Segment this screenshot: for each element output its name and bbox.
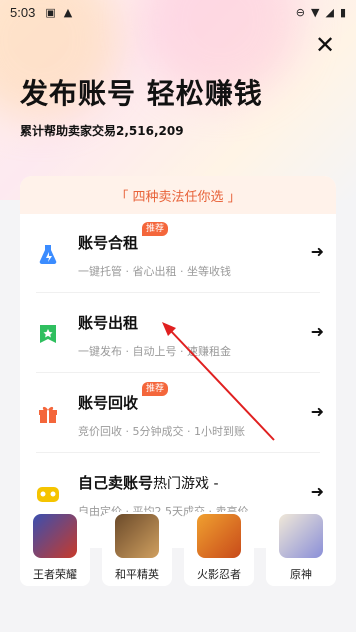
arrow-right-icon: ➜ (310, 322, 324, 341)
notification-icon: ▣ (45, 5, 56, 19)
option-desc: 竞价回收 · 5分钟成交 · 1小时到账 (78, 425, 245, 438)
flask-icon (36, 242, 60, 266)
option-account-shared-rent[interactable]: 账号合租 推荐 一键托管 · 省心出租 · 坐等收钱 ➜ (20, 214, 336, 292)
recommend-badge: 推荐 (142, 222, 169, 236)
option-name: 账号合租 (78, 234, 139, 252)
option-account-rent[interactable]: 账号出租 一键发布 · 自动上号 · 速赚租金 ➜ (20, 294, 336, 372)
game-item[interactable]: 和平精英 (102, 512, 172, 586)
gift-box-icon (36, 402, 60, 426)
game-item[interactable]: 王者荣耀 (20, 512, 90, 586)
dnd-icon: ⊖ (295, 5, 305, 19)
gamepad-icon (36, 482, 60, 506)
sell-options-card: 「 四种卖法任你选 」 账号合租 推荐 一键托管 · 省心出租 · 坐等收钱 ➜… (20, 176, 336, 548)
game-thumbnail (33, 514, 77, 558)
arrow-right-icon: ➜ (310, 402, 324, 421)
hot-games-label: 热门游戏 - (153, 476, 219, 492)
divider (36, 452, 320, 453)
status-time: 5:03 (10, 4, 36, 20)
divider (36, 372, 320, 373)
option-name: 账号出租 (78, 314, 139, 332)
battery-icon: ▮ (339, 5, 346, 19)
hot-games-row: 王者荣耀 和平精英 火影忍者 原神 (20, 512, 336, 586)
game-name: 火影忍者 (197, 568, 241, 581)
option-desc: 一键发布 · 自动上号 · 速赚租金 (78, 345, 231, 358)
page-subtitle: 累计帮助卖家交易2,516,209 (20, 124, 184, 138)
option-account-recycle[interactable]: 账号回收 推荐 竞价回收 · 5分钟成交 · 1小时到账 ➜ (20, 374, 336, 452)
signal-icon: ◢ (325, 5, 334, 19)
arrow-right-icon: ➜ (310, 482, 324, 501)
recommend-badge: 推荐 (142, 382, 169, 396)
card-banner: 「 四种卖法任你选 」 (20, 176, 336, 214)
divider (36, 292, 320, 293)
option-name: 账号回收 (78, 394, 139, 412)
close-button[interactable]: ✕ (314, 33, 336, 57)
game-thumbnail (115, 514, 159, 558)
option-desc: 一键托管 · 省心出租 · 坐等收钱 (78, 265, 231, 278)
star-badge-icon (36, 322, 60, 346)
game-name: 原神 (290, 568, 312, 581)
status-bar: 5:03 ▣ ▲ ⊖ ▼ ◢ ▮ (0, 0, 356, 24)
game-name: 王者荣耀 (33, 568, 77, 581)
arrow-right-icon: ➜ (310, 242, 324, 261)
game-name: 和平精英 (115, 568, 159, 581)
alert-icon: ▲ (63, 5, 73, 19)
wifi-icon: ▼ (311, 5, 320, 19)
game-item[interactable]: 原神 (266, 512, 336, 586)
page-title: 发布账号 轻松赚钱 (20, 77, 263, 110)
game-item[interactable]: 火影忍者 (184, 512, 254, 586)
game-thumbnail (279, 514, 323, 558)
game-thumbnail (197, 514, 241, 558)
option-name: 自己卖账号 (78, 474, 154, 492)
